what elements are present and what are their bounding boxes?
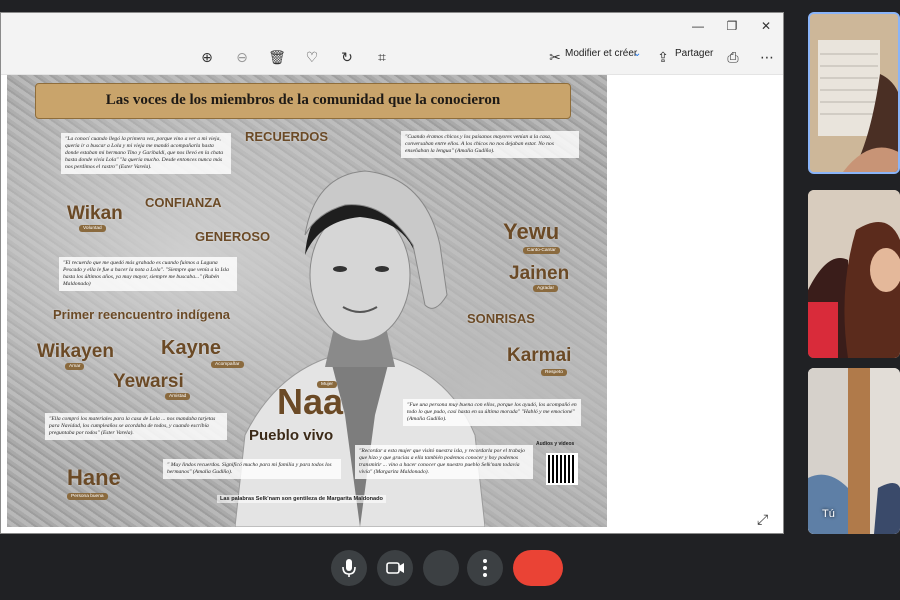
- participant-video-1: [810, 14, 898, 172]
- quote-margarita-maldonado: "Recordar a esta mujer que visitó nuestr…: [355, 445, 533, 479]
- zoom-in-icon[interactable]: ⊕: [197, 47, 217, 67]
- call-controls-bar: [0, 540, 900, 600]
- word-wikayen: Wikayen: [37, 341, 114, 362]
- microphone-button[interactable]: [331, 550, 367, 586]
- quote-ruben-maldonado: "El recuerdo que me quedó más grabado es…: [59, 257, 237, 291]
- shared-photo-window: — ❐ ✕ ⊕ ⊖ 🗑 ♡ ↻ ⌗ ✂ Modifier et créer ⌄ …: [0, 12, 784, 534]
- window-title-bar: — ❐ ✕: [1, 13, 783, 39]
- microphone-icon: [342, 559, 356, 577]
- word-hane: Hane: [67, 465, 121, 490]
- word-naa: Naa: [277, 381, 344, 422]
- poster-credit: Las palabras Selk'nam son gentileza de M…: [217, 495, 386, 503]
- qr-label: Audios y videos: [536, 441, 575, 447]
- video-camera-icon: [386, 562, 404, 574]
- word-jainen: Jainen: [509, 263, 570, 284]
- tag-hane: Persona buena: [67, 493, 108, 500]
- word-recuerdos: RECUERDOS: [245, 129, 329, 144]
- restore-icon[interactable]: ❐: [723, 17, 741, 35]
- present-button[interactable]: [423, 550, 459, 586]
- more-options-button[interactable]: [467, 550, 503, 586]
- delete-icon[interactable]: 🗑: [267, 47, 287, 67]
- self-name-label: Tú: [822, 508, 835, 520]
- quote-amalia-gudino-2: "Fue una persona muy buena con ellos, po…: [403, 399, 581, 426]
- tag-karmai: Respeto: [541, 369, 567, 376]
- word-yewarsi: Yewarsi: [113, 371, 184, 392]
- tag-wikan: Voluntad: [79, 225, 106, 232]
- photo-toolbar: ⊕ ⊖ 🗑 ♡ ↻ ⌗ ✂ Modifier et créer ⌄ ⇪ Part…: [1, 39, 783, 75]
- quote-amalia-gudino-1: "Cuando éramos chicos y los paisanos may…: [401, 131, 579, 158]
- more-vertical-icon: [483, 559, 487, 577]
- zoom-out-icon[interactable]: ⊖: [232, 47, 252, 67]
- hang-up-button[interactable]: [513, 550, 563, 586]
- quote-ester-varela-2: "Ella compró los materiales para la casa…: [45, 413, 227, 440]
- photo-canvas: Las voces de los miembros de la comunida…: [1, 75, 783, 533]
- minimize-icon[interactable]: —: [689, 17, 707, 35]
- poster-title-banner: Las voces de los miembros de la comunida…: [35, 83, 571, 119]
- word-kayne: Kayne: [161, 337, 222, 359]
- quote-amalia-gudino-3: " Muy lindos recuerdos. Significó mucho …: [163, 459, 341, 479]
- tag-wikayen: Amar: [65, 363, 85, 370]
- word-wikan: Wikan: [67, 203, 123, 224]
- word-confianza: CONFIANZA: [145, 195, 222, 210]
- crop-icon[interactable]: ⌗: [372, 47, 392, 67]
- participant-video-2: [808, 190, 900, 358]
- rotate-icon[interactable]: ↻: [337, 47, 357, 67]
- more-options-icon[interactable]: ⋯: [757, 47, 777, 67]
- word-sonrisas: SONRISAS: [467, 311, 535, 326]
- video-call-screen: — ❐ ✕ ⊕ ⊖ 🗑 ♡ ↻ ⌗ ✂ Modifier et créer ⌄ …: [0, 0, 900, 600]
- share-button[interactable]: Partager: [675, 48, 713, 59]
- poster-image: Las voces de los miembros de la comunida…: [7, 75, 607, 527]
- qr-code: [546, 453, 578, 485]
- tag-jainen: Agradar: [533, 285, 559, 292]
- camera-button[interactable]: [377, 550, 413, 586]
- participant-tile-1[interactable]: [808, 12, 900, 174]
- quote-ester-varela-1: "La conocí cuando llegó la primera vez, …: [61, 133, 231, 174]
- tag-yewarsi: Amistad: [165, 393, 191, 400]
- word-pueblo-vivo: Pueblo vivo: [249, 427, 334, 444]
- print-icon[interactable]: ⎙: [723, 47, 743, 67]
- favorite-heart-icon[interactable]: ♡: [302, 47, 322, 67]
- word-primer-reencuentro: Primer reencuentro indígena: [53, 307, 230, 322]
- expand-icon[interactable]: ⤢: [757, 511, 775, 529]
- word-generoso: GENEROSO: [195, 229, 271, 244]
- word-karmai: Karmai: [507, 345, 572, 366]
- participant-tile-self[interactable]: Tú: [808, 368, 900, 534]
- poster-title: Las voces de los miembros de la comunida…: [105, 92, 501, 108]
- tag-yewu: Canto-Cantar: [523, 247, 560, 254]
- share-icon[interactable]: ⇪: [653, 47, 673, 67]
- edit-create-button[interactable]: Modifier et créer: [565, 48, 637, 59]
- word-yewu: Yewu: [503, 219, 560, 244]
- tag-kayne: Acompañar: [211, 361, 244, 368]
- close-icon[interactable]: ✕: [757, 17, 775, 35]
- chevron-down-icon[interactable]: ⌄: [633, 48, 641, 59]
- edit-create-icon[interactable]: ✂: [545, 47, 565, 67]
- participant-tile-2[interactable]: [808, 190, 900, 358]
